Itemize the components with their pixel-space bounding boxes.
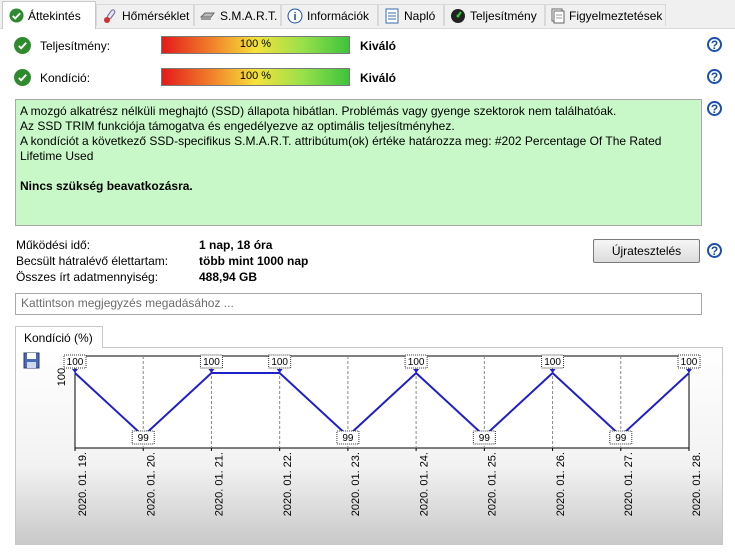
x-tick-label: 2020. 01. 23. — [350, 452, 362, 516]
help-icon[interactable]: ? — [707, 243, 722, 258]
save-icon[interactable] — [23, 352, 40, 369]
x-tick-label: 2020. 01. 22. — [282, 452, 294, 516]
x-tick-label: 2020. 01. 19. — [77, 452, 89, 516]
help-icon[interactable]: ? — [707, 37, 722, 52]
performance-bar-value: 100 % — [239, 38, 272, 50]
data-label: 100 — [271, 357, 288, 368]
tab-label: Hőmérséklet — [122, 8, 190, 23]
x-tick-label: 2020. 01. 25. — [487, 452, 499, 516]
data-label: 100 — [681, 357, 698, 368]
x-tick-label: 2020. 01. 28. — [691, 452, 703, 516]
tab-information[interactable]: i Információk — [281, 4, 378, 26]
performance-status: Kiváló — [360, 39, 397, 53]
data-label: 100 — [544, 357, 561, 368]
info-line: A mozgó alkatrész nélküli meghajtó (SSD)… — [20, 104, 617, 118]
remaining-life-label: Becsült hátralévő élettartam: — [16, 254, 169, 268]
tab-label: Figyelmeztetések — [569, 8, 663, 23]
tab-smart[interactable]: S.M.A.R.T. — [194, 4, 281, 26]
thermometer-icon — [102, 8, 118, 24]
info-line: A kondíciót a következő SSD-specifikus S… — [20, 134, 662, 163]
data-label: 99 — [342, 433, 354, 444]
tab-overview[interactable]: Áttekintés — [2, 1, 96, 29]
condition-bar: 100 % — [161, 68, 350, 86]
tab-label: Információk — [307, 8, 370, 23]
health-info-box: A mozgó alkatrész nélküli meghajtó (SSD)… — [15, 99, 702, 226]
remaining-life-value: több mint 1000 nap — [199, 254, 309, 268]
performance-label: Teljesítmény: — [40, 39, 111, 53]
tab-warnings[interactable]: Figyelmeztetések — [545, 4, 666, 26]
info-action: Nincs szükség beavatkozásra. — [20, 179, 193, 193]
tab-label: S.M.A.R.T. — [220, 8, 278, 23]
data-label: 99 — [479, 433, 491, 444]
performance-bar: 100 % — [161, 36, 350, 54]
ok-check-icon — [14, 37, 31, 54]
tab-condition-chart[interactable]: Kondíció (%) — [15, 326, 103, 348]
info-icon: i — [287, 8, 303, 24]
data-label: 100 — [408, 357, 425, 368]
total-written-value: 488,94 GB — [199, 270, 258, 284]
x-tick-label: 2020. 01. 21. — [214, 452, 226, 516]
svg-text:i: i — [293, 11, 296, 23]
data-label: 99 — [138, 433, 150, 444]
gauge-icon — [450, 8, 466, 24]
data-label: 100 — [203, 357, 220, 368]
note-input[interactable]: Kattintson megjegyzés megadásához ... — [15, 293, 702, 315]
document-icon — [384, 8, 400, 24]
help-icon[interactable]: ? — [707, 69, 722, 84]
tab-label: Áttekintés — [28, 8, 81, 23]
uptime-value: 1 nap, 18 óra — [199, 238, 273, 252]
condition-label: Kondíció: — [40, 71, 91, 85]
help-icon[interactable]: ? — [707, 101, 722, 116]
tab-performance[interactable]: Teljesítmény — [444, 4, 545, 26]
check-circle-icon — [8, 8, 24, 24]
x-tick-label: 2020. 01. 24. — [418, 452, 430, 516]
y-axis-label: 100 — [56, 368, 68, 386]
retest-button[interactable]: Újratesztelés — [593, 239, 700, 263]
x-tick-label: 2020. 01. 26. — [555, 452, 567, 516]
condition-chart: 100 10099100 100991009910099100 2020. 01.… — [23, 352, 703, 516]
plot-area — [74, 355, 690, 449]
x-tick-label: 2020. 01. 27. — [623, 452, 635, 516]
data-label: 99 — [615, 433, 627, 444]
total-written-label: Összes írt adatmennyiség: — [16, 270, 159, 284]
uptime-label: Működési idő: — [16, 238, 91, 252]
tab-label: Teljesítmény — [470, 8, 537, 23]
data-label: 100 — [67, 357, 84, 368]
tab-label: Napló — [404, 8, 436, 23]
tab-log[interactable]: Napló — [378, 4, 444, 26]
condition-status: Kiváló — [360, 71, 397, 85]
drive-icon — [200, 8, 216, 24]
condition-bar-value: 100 % — [239, 70, 272, 82]
chart-panel: 100 100 99 100 100 99 100 99 100 99 100 2020. 01.… — [15, 347, 723, 545]
tab-temperature[interactable]: Hőmérséklet — [96, 4, 194, 26]
tab-bar: Áttekintés Hőmérséklet S.M.A.R.T. i Info… — [0, 0, 735, 29]
warning-doc-icon — [551, 8, 565, 24]
ok-check-icon — [14, 69, 31, 86]
info-line: Az SSD TRIM funkciója támogatva és enged… — [20, 119, 455, 133]
x-tick-label: 2020. 01. 20. — [145, 452, 157, 516]
